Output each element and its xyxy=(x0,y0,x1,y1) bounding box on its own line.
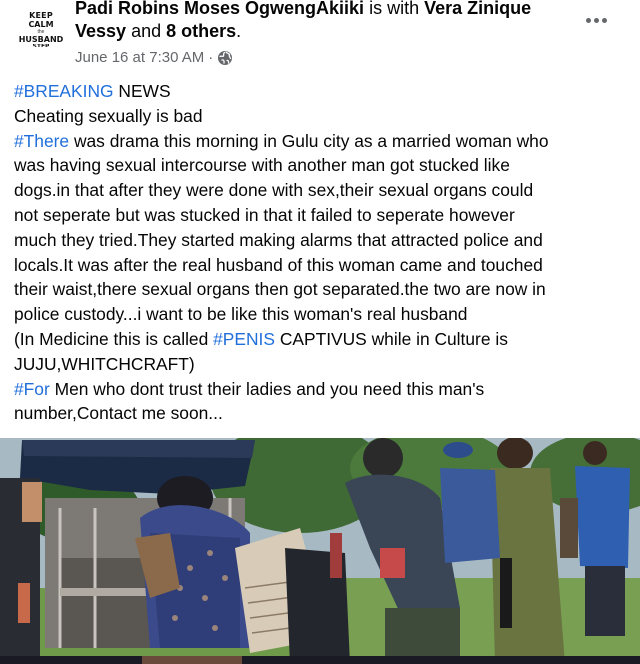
is-with-text: is with xyxy=(369,0,420,18)
post-text-line: (In Medicine this is called #PENIS CAPTI… xyxy=(14,327,614,352)
post-text-line: JUJU,WHITCHCRAFT) xyxy=(14,352,614,377)
post-text-line: number,Contact me soon... xyxy=(14,401,614,426)
hashtag-link[interactable]: #BREAKING xyxy=(14,81,114,101)
post-body-text: #BREAKING NEWS Cheating sexually is bad #… xyxy=(14,79,614,426)
post-text-line: dogs.in that after they were done with s… xyxy=(14,178,614,203)
post-timestamp[interactable]: June 16 at 7:30 AM xyxy=(75,48,204,68)
hashtag-link[interactable]: #There xyxy=(14,131,69,151)
post-text-segment: was drama this morning in Gulu city as a… xyxy=(69,130,549,151)
post-text-line: much they tried.They started making alar… xyxy=(14,228,614,253)
globe-icon[interactable] xyxy=(217,50,233,66)
post-text-segment: (In Medicine this is called xyxy=(14,328,214,349)
post-text-line: #BREAKING NEWS xyxy=(14,79,614,104)
facebook-post: KEEP CALM the HUSBAND STEP Padi Robins M… xyxy=(0,0,640,664)
post-text-line: their waist,there sexual organs then got… xyxy=(14,277,614,302)
post-text-line: not seperate but was stucked in that it … xyxy=(14,203,614,228)
avatar-text-husband: HUSBAND xyxy=(18,35,64,44)
and-text: and xyxy=(131,21,162,41)
post-header: KEEP CALM the HUSBAND STEP Padi Robins M… xyxy=(16,0,624,72)
tagged-others-link[interactable]: 8 others xyxy=(166,21,236,41)
post-text-segment: number,Contact me soon... xyxy=(14,403,223,424)
post-text-line: locals.It was after the real husband of … xyxy=(14,253,614,278)
post-text-segment: dogs.in that after they were done with s… xyxy=(14,180,534,201)
post-text-line: #For Men who dont trust their ladies and… xyxy=(14,377,614,402)
avatar-text-step: STEP xyxy=(33,44,50,47)
post-text-segment: much they tried.They started making alar… xyxy=(14,229,543,250)
post-text-segment: JUJU,WHITCHCRAFT) xyxy=(14,353,195,374)
profile-avatar[interactable]: KEEP CALM the HUSBAND STEP xyxy=(16,3,66,47)
post-author-line: Padi Robins Moses OgwengAkiiki is with V… xyxy=(75,0,575,43)
post-text-segment: was having sexual intercourse with anoth… xyxy=(14,155,510,176)
post-text-segment: Cheating sexually is bad xyxy=(14,105,203,126)
more-options-icon[interactable] xyxy=(579,6,613,34)
post-text-segment: police custody...i want to be like this … xyxy=(14,304,468,325)
header-period: . xyxy=(236,21,242,41)
post-meta: June 16 at 7:30 AM · xyxy=(75,48,233,68)
post-text-segment: not seperate but was stucked in that it … xyxy=(14,204,515,225)
post-photo[interactable] xyxy=(0,438,640,664)
post-text-segment: Men who dont trust their ladies and you … xyxy=(49,378,485,399)
post-text-segment: locals.It was after the real husband of … xyxy=(14,254,543,275)
post-text-segment: NEWS xyxy=(113,81,171,101)
avatar-text-calm: CALM xyxy=(28,20,54,29)
post-text-segment: CAPTIVUS while in Culture is xyxy=(274,328,508,349)
post-text-line: was having sexual intercourse with anoth… xyxy=(14,153,614,178)
avatar-text-keep: KEEP xyxy=(29,11,53,20)
meta-separator: · xyxy=(208,49,214,66)
post-text-line: Cheating sexually is bad xyxy=(14,104,614,129)
post-text-line: #There was drama this morning in Gulu ci… xyxy=(14,129,614,154)
post-text-segment: their waist,there sexual organs then got… xyxy=(14,279,546,300)
post-text-line: police custody...i want to be like this … xyxy=(14,302,614,327)
hashtag-link[interactable]: #PENIS xyxy=(213,329,275,349)
hashtag-link[interactable]: #For xyxy=(14,379,50,399)
author-name-link[interactable]: Padi Robins Moses OgwengAkiiki xyxy=(75,0,364,18)
